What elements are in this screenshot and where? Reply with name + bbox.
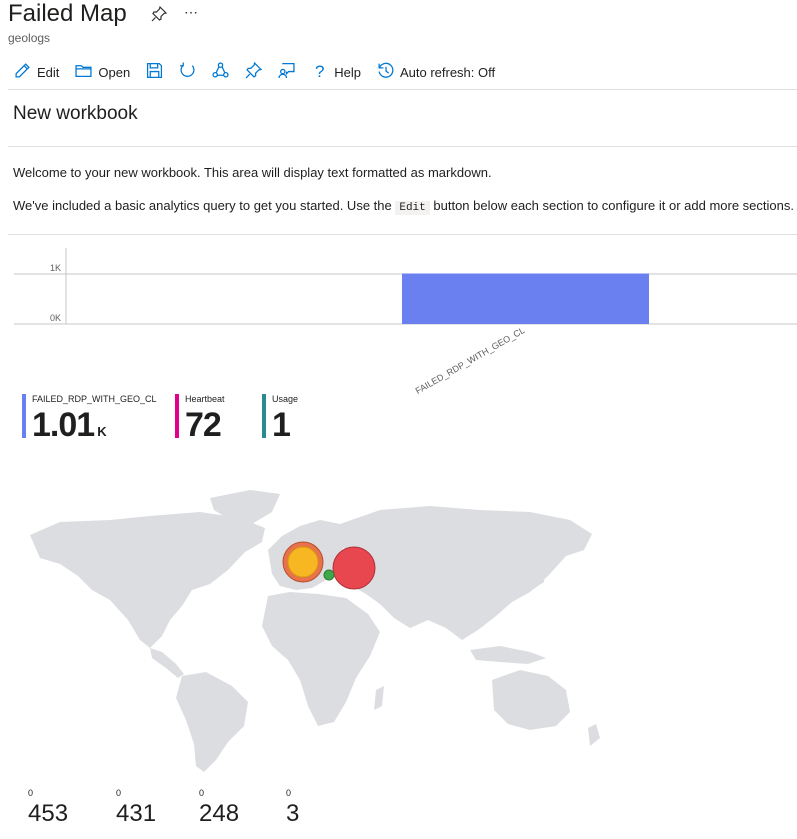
map-point-large[interactable] <box>332 546 376 590</box>
folder-icon <box>75 62 92 82</box>
tile-color-bar <box>22 394 26 438</box>
tile-value: 1.01 K <box>32 406 107 445</box>
central-america-shape <box>150 648 184 678</box>
chart-bar[interactable] <box>402 273 649 325</box>
stat-item: 0 431 <box>116 788 176 828</box>
pin-icon[interactable] <box>151 5 168 25</box>
feedback-button[interactable] <box>278 60 295 84</box>
question-icon: ? <box>314 62 325 81</box>
x-tick-label: FAILED_RDP_WITH_GEO_CL <box>414 325 527 396</box>
refresh-icon <box>179 62 196 82</box>
share-icon <box>212 62 229 82</box>
edit-code-snippet: Edit <box>395 201 430 215</box>
tile-usage[interactable]: Usage 1 <box>262 394 322 444</box>
asia-shape <box>340 506 592 640</box>
markdown-line-2: We've included a basic analytics query t… <box>13 198 794 215</box>
pin-to-dashboard-button[interactable] <box>245 60 263 84</box>
madagascar-shape <box>374 686 384 710</box>
title-divider <box>8 146 797 147</box>
open-label: Open <box>98 64 131 80</box>
stat-label: 0 <box>116 788 122 798</box>
stat-value: 431 <box>116 800 157 827</box>
tile-color-bar <box>175 394 179 438</box>
markdown-divider <box>8 234 797 235</box>
auto-refresh-button[interactable]: Auto refresh: Off <box>377 60 495 84</box>
stat-label: 0 <box>199 788 205 798</box>
help-label: Help <box>334 64 361 80</box>
stat-item: 0 453 <box>28 788 88 828</box>
y-tick-label: 0K <box>50 313 61 323</box>
world-map[interactable] <box>0 480 620 780</box>
tile-failed-rdp[interactable]: FAILED_RDP_WITH_GEO_CL 1.01 K <box>22 394 172 444</box>
markdown-line-2-pre: We've included a basic analytics query t… <box>13 198 392 213</box>
stat-value: 3 <box>286 800 300 827</box>
map-point-medium[interactable] <box>287 546 319 578</box>
save-icon <box>146 62 163 82</box>
more-options-icon[interactable]: ⋯ <box>184 4 199 21</box>
y-tick-label: 1K <box>50 263 61 273</box>
stat-item: 0 248 <box>199 788 259 828</box>
continents <box>30 490 600 772</box>
stat-label: 0 <box>28 788 34 798</box>
tile-value: 72 <box>185 406 222 445</box>
new-zealand-shape <box>588 724 600 746</box>
tile-value-number: 72 <box>185 406 222 444</box>
markdown-line-1: Welcome to your new workbook. This area … <box>13 165 492 180</box>
stat-label: 0 <box>286 788 292 798</box>
open-button[interactable]: Open <box>75 60 130 84</box>
refresh-button[interactable] <box>179 60 196 84</box>
edit-label: Edit <box>37 64 60 80</box>
toolbar-divider <box>8 89 797 90</box>
africa-shape <box>262 592 380 726</box>
australia-shape <box>492 670 570 730</box>
page-title: Failed Map <box>8 0 127 27</box>
stat-value: 453 <box>28 800 69 827</box>
tile-value-unit: K <box>97 424 106 439</box>
save-button[interactable] <box>146 60 163 84</box>
tile-heartbeat[interactable]: Heartbeat 72 <box>175 394 255 444</box>
map-point-small[interactable] <box>323 569 335 581</box>
tile-value: 1 <box>272 406 291 445</box>
stat-value: 248 <box>199 800 240 827</box>
bar-chart: 1K 0K FAILED_RDP_WITH_GEO_CL <box>14 248 797 396</box>
stat-item: 0 3 <box>286 788 326 828</box>
south-america-shape <box>176 672 248 772</box>
edit-button[interactable]: Edit <box>14 60 59 84</box>
tile-value-number: 1.01 <box>32 406 95 444</box>
feedback-icon <box>278 62 295 82</box>
help-button[interactable]: ? Help <box>311 60 361 84</box>
tile-value-number: 1 <box>272 406 291 444</box>
tile-name: Usage <box>272 394 299 404</box>
pencil-icon <box>14 62 31 82</box>
tile-name: FAILED_RDP_WITH_GEO_CL <box>32 394 157 404</box>
north-america-shape <box>30 512 265 648</box>
workbook-title: New workbook <box>13 103 138 124</box>
history-icon <box>377 62 394 82</box>
pin-icon <box>245 61 263 82</box>
toolbar: Edit Open ? Help Auto refresh: Off <box>14 60 511 84</box>
southeast-asia-islands-shape <box>470 646 546 664</box>
markdown-line-2-post: button below each section to configure i… <box>433 198 794 213</box>
page-subtitle: geologs <box>8 31 51 45</box>
tile-color-bar <box>262 394 266 438</box>
auto-refresh-label: Auto refresh: Off <box>399 64 496 80</box>
share-button[interactable] <box>212 60 229 84</box>
tile-name: Heartbeat <box>185 394 225 404</box>
